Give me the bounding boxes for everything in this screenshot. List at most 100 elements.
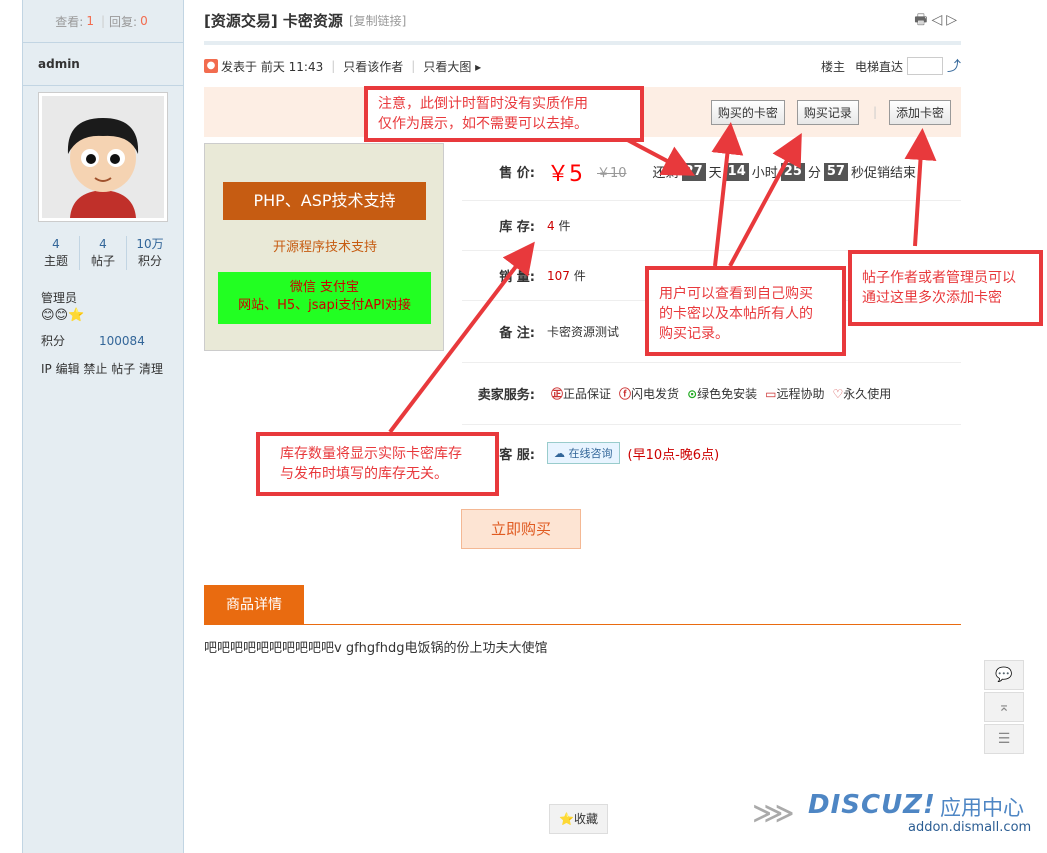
service-item: ▭远程协助 [765,385,828,402]
annotation-text: 的卡密以及本帖所有人的 [659,306,813,322]
countdown-prefix: 还剩 [652,166,679,181]
annotation-records: 用户可以查看到自己购买 的卡密以及本帖所有人的 购买记录。 [645,266,846,356]
countdown-hours: 14 [724,162,749,181]
countdown-unit: 天 [708,166,722,181]
price-value: ￥5 [547,161,583,187]
tab-product-details[interactable]: 商品详情 [204,585,304,625]
annotation-stock: 库存数量将显示实际卡密库存 与发布时填写的库存无关。 [256,432,499,496]
product-image[interactable]: PHP、ASP技术支持 开源程序技术支持 微信 支付宝 网站、H5、jsapi支… [204,143,444,351]
score-label: 积分 [41,334,66,348]
lightning-icon: ⓕ [619,387,632,401]
buy-now-button[interactable]: 立即购买 [461,509,581,549]
favorite-button[interactable]: ⭐收藏 [549,804,608,834]
annotation-text: 仅作为展示，如不需要可以去掉。 [378,116,588,132]
green-icon: ⊙ [687,387,698,401]
sold-label: 销 量: [499,270,535,285]
image-text: 开源程序技术支持 [272,240,377,255]
author-role[interactable]: 管理员 [41,289,77,306]
countdown-unit: 分 [807,166,821,181]
stat-label: 帖子 [90,254,115,268]
stat-label: 主题 [43,254,68,268]
add-cards-button[interactable]: 添加卡密 [888,99,951,125]
thread-title-row: [资源交易] 卡密资源 [复制链接] 🖶◁▷ [204,0,961,45]
stat-posts[interactable]: 4 帖子 [79,236,126,270]
service-text: 绿色免安装 [697,387,758,401]
service-item: ㊣正品保证 [551,385,615,402]
product-description: 吧吧吧吧吧吧吧吧吧吧v gfhgfhdg电饭锅的份上功夫大使馆 [204,641,548,656]
reply-icon[interactable]: 💬 [984,660,1024,690]
online-icon: ● [204,59,218,73]
floor-owner: 楼主 [820,59,845,74]
only-images-link[interactable]: 只看大图 ▸ [423,58,481,75]
divider: | [872,105,877,119]
divider: | [411,59,416,73]
author-name[interactable]: admin [23,43,183,86]
elevator-input[interactable] [907,57,943,75]
annotation-text: 库存数量将显示实际卡密库存 [280,446,462,462]
author-stats: 4 主题 4 帖子 10万积分 [33,236,173,270]
only-author-link[interactable]: 只看该作者 [343,58,403,75]
annotation-text: 购买记录。 [659,326,729,342]
annotation-text: 帖子作者或者管理员可以 [862,270,1016,286]
online-consult-button[interactable]: ☁ 在线咨询 [547,442,620,464]
service-text: 闪电发货 [631,387,680,401]
service-item: ⓕ闪电发货 [619,385,683,402]
stat-threads[interactable]: 4 主题 [33,236,79,270]
medal-icon: 😊😊⭐ [41,308,85,323]
countdown-suffix: 秒促销结束 [850,166,916,181]
my-cards-button[interactable]: 购买的卡密 [710,99,785,125]
back-to-top-icon[interactable]: ⌅ [984,692,1024,722]
genuine-icon: ㊣ [551,387,564,401]
image-text: 网站、H5、jsapi支付API对接 [238,298,411,313]
countdown-minutes: 25 [780,162,805,181]
annotation-countdown: 注意，此倒计时暂时没有实质作用 仅作为展示，如不需要可以去掉。 [364,86,644,142]
stock-row: 库 存: 4 件 [462,201,961,251]
page: 查看: 1 | 回复: 0 admin 4 主题 4 帖子 10万 积分 管理员 😊😊⭐ 积分… [0,0,1047,853]
purchase-records-button[interactable]: 购买记录 [796,99,859,125]
service-item: ⊙绿色免安装 [687,385,761,402]
countdown: 还剩 27 天 14 小时 25 分 57 秒促销结束 [653,162,916,181]
post-meta: ● 发表于 前天 11:43 | 只看该作者 | 只看大图 ▸ 楼主 电梯直达 … [204,45,961,87]
countdown-unit: 小时 [751,166,778,181]
original-price: ￥10 [597,166,627,181]
list-icon[interactable]: ☰ [984,724,1024,754]
elevator-go-icon[interactable]: ⤴ [947,56,961,76]
stock-value: 4 [547,218,555,233]
copy-link-button[interactable]: [复制链接] [349,12,406,29]
stat-credits[interactable]: 10万积分 [126,236,173,270]
admin-ops[interactable]: IP 编辑 禁止 帖子 清理 [41,360,163,377]
service-text: 正品保证 [563,387,612,401]
stat-label: 积分 [137,254,162,268]
print-prev-next-icon[interactable]: 🖶◁▷ [914,9,961,33]
elevator-label: 电梯直达 [854,59,903,74]
annotation-text: 与发布时填写的库存无关。 [280,466,448,482]
logo-url: addon.dismall.com [908,820,1032,835]
divider: | [331,59,336,73]
floor-tools: 楼主 电梯直达 ⤴ [821,56,961,76]
image-text: 微信 支付宝 [289,280,360,295]
replies-count: 0 [140,14,148,28]
price-row: 售 价: ￥5 ￥10 还剩 27 天 14 小时 25 分 57 秒促销结束 [462,143,961,201]
post-time: 发表于 前天 11:43 [221,59,324,74]
score-value: 100084 [99,334,145,348]
stat-value: 10万 [136,237,164,251]
views-label: 查看: [55,14,84,29]
countdown-days: 27 [681,162,706,181]
service-text: 永久使用 [843,387,892,401]
consult-hours: (早10点-晚6点) [627,447,720,463]
discuz-logo: ⋙ DISCUZ! 应用中心 addon.dismall.com [752,790,1042,840]
sold-value: 107 [547,268,570,283]
image-text-box: 微信 支付宝 网站、H5、jsapi支付API对接 [218,272,431,324]
service-item: ♡永久使用 [833,385,896,402]
logo-text: DISCUZ! [808,790,936,820]
service-label: 卖家服务: [477,388,535,403]
stat-value: 4 [99,237,107,251]
annotation-text: 通过这里多次添加卡密 [862,290,1002,306]
contact-row: 客 服: ☁ 在线咨询 (早10点-晚6点) [462,425,961,481]
heart-icon: ♡ [832,387,844,401]
annotation-text: 注意，此倒计时暂时没有实质作用 [378,96,588,112]
annotation-text: 用户可以查看到自己购买 [659,286,813,302]
avatar[interactable] [39,93,167,221]
stock-unit: 件 [558,219,571,233]
stat-value: 4 [52,237,60,251]
